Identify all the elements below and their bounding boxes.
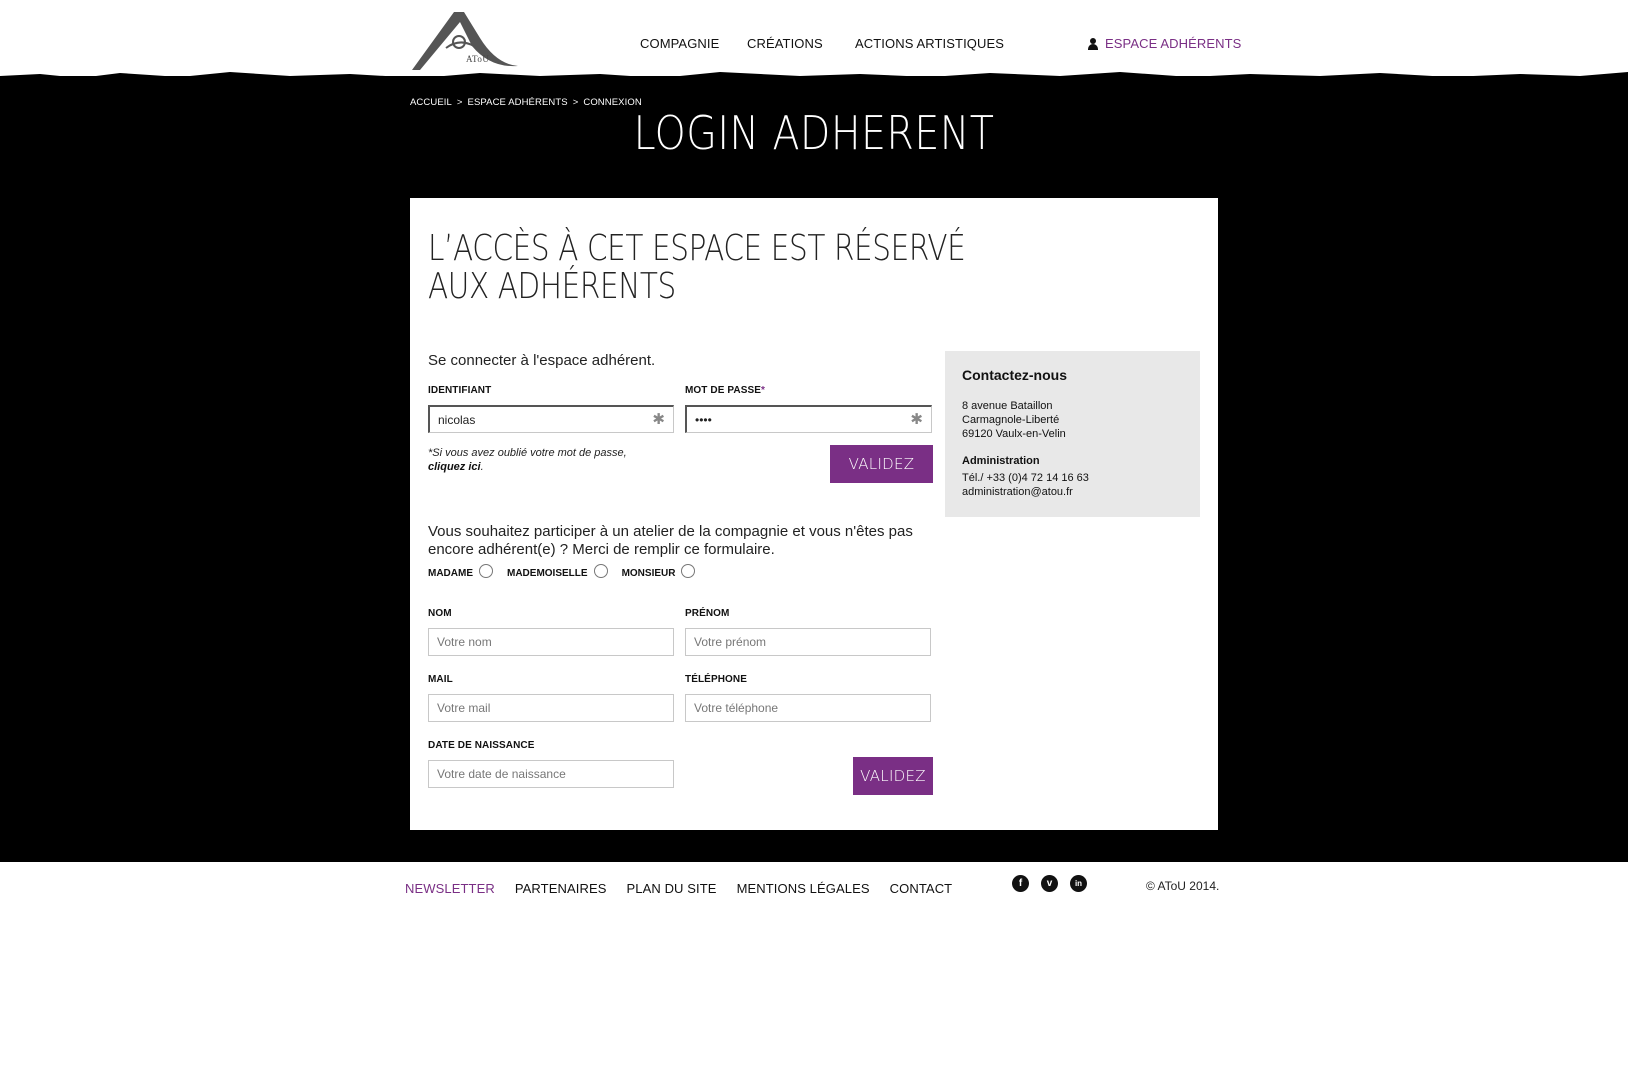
- required-marker: *: [761, 385, 766, 396]
- contact-address: 8 avenue Bataillon Carmagnole-Liberté 69…: [962, 399, 1066, 441]
- footer-contact[interactable]: CONTACT: [890, 881, 953, 896]
- address-line: 69120 Vaulx-en-Velin: [962, 428, 1066, 440]
- login-submit-button[interactable]: VALIDEZ: [830, 445, 933, 483]
- password-label-text: MOT DE PASSE: [685, 385, 762, 396]
- nav-actions-artistiques[interactable]: ACTIONS ARTISTIQUES: [855, 36, 1004, 51]
- copyright: © AToU 2014.: [1146, 879, 1220, 893]
- civility-mademoiselle: MADEMOISELLE: [507, 563, 608, 579]
- forgot-password-line: *Si vous avez oublié votre mot de passe,: [428, 447, 627, 459]
- login-intro: Se connecter à l'espace adhérent.: [428, 352, 656, 369]
- footer-partenaires[interactable]: PARTENAIRES: [515, 881, 607, 896]
- footer-plan-du-site[interactable]: PLAN DU SITE: [627, 881, 717, 896]
- nom-label: NOM: [428, 608, 452, 619]
- password-value: ••••: [695, 413, 712, 427]
- nom-input[interactable]: Votre nom: [428, 628, 674, 656]
- civility-madame: MADAME: [428, 563, 493, 579]
- footer-newsletter[interactable]: NEWSLETTER: [405, 881, 495, 896]
- nav-espace-label: ESPACE ADHÉRENTS: [1105, 36, 1242, 51]
- access-headline: L’ACCÈS À CET ESPACE EST RÉSERVÉ AUX ADH…: [428, 228, 966, 307]
- identifiant-label: IDENTIFIANT: [428, 385, 492, 396]
- civility-mademoiselle-label: MADEMOISELLE: [507, 568, 588, 579]
- footer-mentions-legales[interactable]: MENTIONS LÉGALES: [737, 881, 870, 896]
- page-title: LOGIN ADHERENT: [633, 106, 995, 160]
- telephone-input[interactable]: Votre téléphone: [685, 694, 931, 722]
- user-icon: [1088, 37, 1098, 50]
- civility-monsieur-label: MONSIEUR: [621, 568, 676, 579]
- logo-text: AToU: [466, 54, 490, 64]
- admin-phone: Tél./ +33 (0)4 72 14 16 63: [962, 472, 1089, 484]
- radio-mademoiselle[interactable]: [593, 563, 608, 578]
- identifiant-value: nicolas: [438, 413, 476, 427]
- address-line: Carmagnole-Liberté: [962, 414, 1060, 426]
- telephone-label: TÉLÉPHONE: [685, 674, 748, 685]
- nav-compagnie[interactable]: COMPAGNIE: [640, 36, 719, 51]
- login-panel: L’ACCÈS À CET ESPACE EST RÉSERVÉ AUX ADH…: [410, 198, 1218, 830]
- contact-title: Contactez-nous: [962, 367, 1067, 383]
- register-intro: Vous souhaitez participer à un atelier d…: [428, 523, 913, 558]
- admin-email[interactable]: administration@atou.fr: [962, 485, 1089, 499]
- footer-links: NEWSLETTER PARTENAIRES PLAN DU SITE MENT…: [405, 881, 972, 896]
- torn-edge-bottom: [0, 826, 1628, 860]
- nav-creations[interactable]: CRÉATIONS: [747, 36, 823, 51]
- register-submit-button[interactable]: VALIDEZ: [853, 757, 933, 795]
- mail-label: MAIL: [428, 674, 453, 685]
- contact-admin-details: Tél./ +33 (0)4 72 14 16 63 administratio…: [962, 471, 1089, 499]
- identifiant-input[interactable]: nicolas ✱: [428, 405, 674, 433]
- prenom-label: PRÉNOM: [685, 608, 730, 619]
- required-star-icon: ✱: [652, 411, 665, 428]
- civility-madame-label: MADAME: [428, 568, 473, 579]
- naissance-input[interactable]: Votre date de naissance: [428, 760, 674, 788]
- torn-edge-top: [0, 72, 1628, 90]
- atou-logo[interactable]: AToU: [410, 8, 518, 72]
- facebook-icon[interactable]: f: [1012, 875, 1029, 892]
- forgot-password-link[interactable]: cliquez ici: [428, 461, 481, 473]
- civility-monsieur: MONSIEUR: [621, 563, 696, 579]
- civility-radio-group: MADAME MADEMOISELLE MONSIEUR: [428, 563, 709, 579]
- password-input[interactable]: •••• ✱: [685, 405, 932, 433]
- required-star-icon: ✱: [910, 411, 923, 428]
- linkedin-icon[interactable]: in: [1070, 875, 1087, 892]
- vimeo-icon[interactable]: v: [1041, 875, 1058, 892]
- password-label: MOT DE PASSE*: [685, 385, 765, 396]
- nav-espace-adherents[interactable]: ESPACE ADHÉRENTS: [1088, 36, 1241, 51]
- prenom-input[interactable]: Votre prénom: [685, 628, 931, 656]
- forgot-password-text: *Si vous avez oublié votre mot de passe,…: [428, 446, 627, 474]
- naissance-label: DATE DE NAISSANCE: [428, 740, 535, 751]
- radio-monsieur[interactable]: [681, 563, 696, 578]
- radio-madame[interactable]: [479, 563, 493, 578]
- contact-admin-title: Administration: [962, 455, 1040, 467]
- forgot-password-end: .: [480, 461, 484, 473]
- mail-input[interactable]: Votre mail: [428, 694, 674, 722]
- contact-box: Contactez-nous 8 avenue Bataillon Carmag…: [945, 351, 1200, 517]
- address-line: 8 avenue Bataillon: [962, 400, 1053, 412]
